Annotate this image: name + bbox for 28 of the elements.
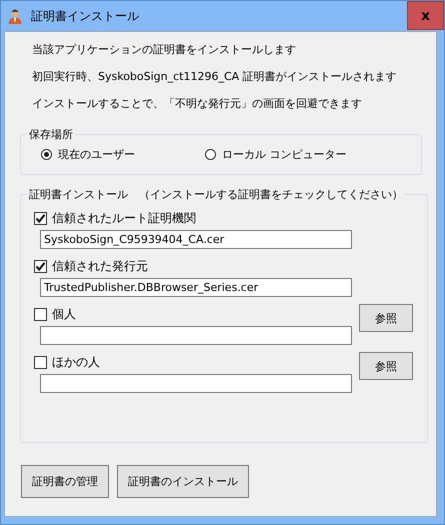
radio-button[interactable] (41, 149, 52, 160)
file-name-field[interactable] (40, 374, 352, 393)
checkbox-label[interactable]: 信頼された発行元 (52, 258, 148, 274)
browse-button[interactable]: 参照 (359, 304, 413, 332)
description-text: 当該アプリケーションの証明書をインストールします (32, 42, 297, 58)
checkbox[interactable] (34, 356, 47, 368)
window-title: 証明書インストール (31, 8, 139, 24)
description-text: インストールすることで、「不明な発行元」の画面を回避できます (32, 96, 363, 112)
radio-option[interactable]: ローカル コンピューター (205, 147, 369, 162)
group-title: 保存場所 (28, 127, 74, 142)
person-icon (7, 8, 23, 24)
group-title: 証明書インストール （インストールする証明書をチェックしてください） (28, 187, 404, 202)
file-name-field[interactable]: SyskoboSign_C95939404_CA.cer (40, 230, 352, 249)
description-text: 初回実行時、SyskoboSign_ct11296_CA 証明書がインストールされます (32, 69, 398, 85)
radio-button[interactable] (205, 149, 216, 160)
checkbox-label[interactable]: ほかの人 (52, 354, 100, 370)
action-button[interactable]: 証明書の管理 (21, 465, 109, 498)
checkbox[interactable] (34, 260, 47, 272)
close-button[interactable]: x (407, 1, 444, 30)
radio-option[interactable]: 現在のユーザー (41, 147, 205, 162)
file-name-field[interactable]: TrustedPublisher.DBBrowser_Series.cer (40, 278, 352, 297)
checkbox-label[interactable]: 個人 (52, 306, 76, 322)
checkbox[interactable] (34, 308, 47, 320)
action-button[interactable]: 証明書のインストール (117, 465, 249, 498)
checkbox[interactable] (34, 212, 47, 224)
file-name-field[interactable] (40, 326, 352, 345)
browse-button[interactable]: 参照 (359, 352, 413, 380)
checkbox-label[interactable]: 信頼されたルート証明機関 (52, 210, 196, 226)
